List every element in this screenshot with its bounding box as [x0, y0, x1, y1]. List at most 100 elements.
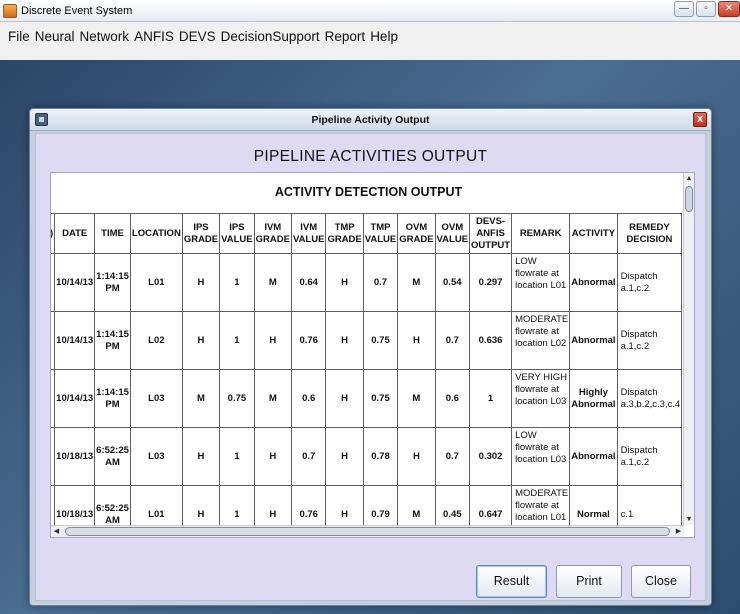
tmp-value-cell: 0.75 [362, 369, 399, 428]
scroll-left-arrow-icon[interactable]: ◀ [51, 526, 62, 537]
ovm-value-cell: 0.45 [434, 485, 471, 526]
menu-help[interactable]: Help [370, 29, 398, 44]
remark-cell: LOW flowrate at location L03 [511, 427, 571, 486]
column-header-location[interactable]: LOCATION [129, 213, 183, 254]
column-header-devs-anfis-output[interactable]: DEVS-ANFIS OUTPUT [469, 213, 513, 254]
scroll-up-arrow-icon[interactable]: ▲ [684, 173, 694, 184]
activity-cell: Abnormal [569, 427, 618, 486]
table-row[interactable]: 10/14/13 1:14:15 PM L01 H 1 M 0.64 H 0.7… [51, 253, 683, 312]
tmp-grade-cell: H [325, 311, 364, 370]
menu-neural[interactable]: Neural [35, 29, 75, 44]
ivm-grade-cell: H [253, 311, 292, 370]
ovm-grade-cell: M [397, 369, 436, 428]
tmp-value-cell: 0.75 [362, 311, 399, 370]
column-header-time[interactable]: TIME [94, 213, 131, 254]
column-header-ips-grade[interactable]: IPS GRADE [181, 213, 221, 254]
horizontal-scrollbar[interactable]: ◀ ▶ [51, 525, 684, 537]
ovm-value-cell: 0.7 [434, 311, 471, 370]
table-row[interactable]: 10/14/13 1:14:15 PM L03 M 0.75 M 0.6 H 0… [51, 369, 683, 428]
vertical-scroll-thumb[interactable] [685, 186, 693, 212]
ivm-grade-cell: H [253, 485, 292, 526]
frame-close-button[interactable]: x [693, 112, 707, 127]
close-button[interactable]: Close [631, 565, 691, 598]
location-cell: L03 [129, 427, 183, 486]
devs-anfis-output-cell: 0.302 [469, 427, 513, 486]
column-header-ivm-value[interactable]: IVM VALUE [290, 213, 327, 254]
devs-anfis-output-cell: 0.647 [469, 485, 513, 526]
ips-grade-cell: M [181, 369, 221, 428]
table-row[interactable]: 10/18/13 6:52:25 AM L03 H 1 H 0.7 H 0.78… [51, 427, 683, 486]
minimize-button[interactable]: — [674, 1, 694, 17]
ips-grade-cell: H [181, 311, 221, 370]
ips-grade-cell: H [181, 427, 221, 486]
column-header-tmp-value[interactable]: TMP VALUE [362, 213, 399, 254]
tmp-value-cell: 0.78 [362, 427, 399, 486]
window-controls: — ▫ ✕ [674, 1, 740, 17]
devs-anfis-output-cell: 0.636 [469, 311, 513, 370]
column-header-date[interactable]: DATE [54, 213, 96, 254]
remedy-decision-cell: Dispatch a.1,c.2 [616, 311, 683, 370]
menu-decision-support[interactable]: DecisionSupport [221, 29, 320, 44]
devs-anfis-output-cell: 1 [469, 369, 513, 428]
menu-anfis[interactable]: ANFIS [134, 29, 174, 44]
activity-table: ) DATE TIME LOCATION IPS GRADE IPS VALUE… [51, 213, 683, 526]
location-cell: L03 [129, 369, 183, 428]
column-header-ips-value[interactable]: IPS VALUE [219, 213, 255, 254]
menu-network[interactable]: Network [80, 29, 130, 44]
ovm-grade-cell: M [397, 253, 436, 312]
menu-file[interactable]: File [8, 29, 30, 44]
tmp-value-cell: 0.79 [362, 485, 399, 526]
result-button[interactable]: Result [476, 565, 547, 598]
activity-cell: Normal [569, 485, 618, 526]
location-cell: L01 [129, 485, 183, 526]
time-cell: 1:14:15 PM [94, 311, 131, 370]
ovm-value-cell: 0.6 [434, 369, 471, 428]
table-row[interactable]: 10/18/13 6:52:25 AM L01 H 1 H 0.76 H 0.7… [51, 485, 683, 526]
frame-title-bar[interactable]: Pipeline Activity Output x [30, 109, 711, 131]
frame-content: PIPELINE ACTIVITIES OUTPUT ACTIVITY DETE… [35, 133, 706, 601]
maximize-button[interactable]: ▫ [696, 1, 716, 17]
ivm-value-cell: 0.64 [290, 253, 327, 312]
ips-grade-cell: H [181, 253, 221, 312]
vertical-scrollbar[interactable]: ▲ ▼ [683, 173, 694, 525]
tmp-grade-cell: H [325, 253, 364, 312]
menu-report[interactable]: Report [325, 29, 366, 44]
ivm-grade-cell: M [253, 253, 292, 312]
column-header-remedy-decision[interactable]: REMEDY DECISION [616, 213, 683, 254]
ovm-grade-cell: H [397, 311, 436, 370]
date-cell: 10/14/13 [54, 253, 96, 312]
tmp-grade-cell: H [325, 485, 364, 526]
column-header-ivm-grade[interactable]: IVM GRADE [253, 213, 292, 254]
time-cell: 6:52:25 AM [94, 485, 131, 526]
activity-cell: Abnormal [569, 311, 618, 370]
date-cell: 10/18/13 [54, 427, 96, 486]
tmp-grade-cell: H [325, 427, 364, 486]
column-header-activity[interactable]: ACTIVITY [569, 213, 618, 254]
ovm-value-cell: 0.54 [434, 253, 471, 312]
ips-value-cell: 1 [219, 485, 255, 526]
scroll-down-arrow-icon[interactable]: ▼ [684, 514, 694, 525]
table-header-row: ) DATE TIME LOCATION IPS GRADE IPS VALUE… [51, 213, 683, 254]
ips-value-cell: 0.75 [219, 369, 255, 428]
column-header-ovm-value[interactable]: OVM VALUE [434, 213, 471, 254]
remedy-decision-cell: Dispatch a.1,c.2 [616, 253, 683, 312]
print-button[interactable]: Print [556, 565, 622, 598]
table-row[interactable]: 10/14/13 1:14:15 PM L02 H 1 H 0.76 H 0.7… [51, 311, 683, 370]
column-header-remark[interactable]: REMARK [511, 213, 571, 254]
remark-cell: MODERATE flowrate at location L01 [511, 485, 571, 526]
scroll-right-arrow-icon[interactable]: ▶ [673, 526, 684, 537]
frame-title: Pipeline Activity Output [311, 114, 430, 126]
remark-cell: MODERATE flowrate at location L02 [511, 311, 571, 370]
remedy-decision-cell: Dispatch a.3,b.2,c.3,c.4 [616, 369, 683, 428]
column-header-tmp-grade[interactable]: TMP GRADE [325, 213, 364, 254]
window-close-button[interactable]: ✕ [718, 1, 740, 17]
ivm-value-cell: 0.76 [290, 311, 327, 370]
remedy-decision-cell: c.1 [616, 485, 683, 526]
menu-devs[interactable]: DEVS [179, 29, 216, 44]
ovm-value-cell: 0.7 [434, 427, 471, 486]
horizontal-scroll-thumb[interactable] [65, 527, 670, 536]
ivm-value-cell: 0.7 [290, 427, 327, 486]
column-header-ovm-grade[interactable]: OVM GRADE [397, 213, 436, 254]
remark-cell: LOW flowrate at location L01 [511, 253, 571, 312]
tmp-value-cell: 0.7 [362, 253, 399, 312]
